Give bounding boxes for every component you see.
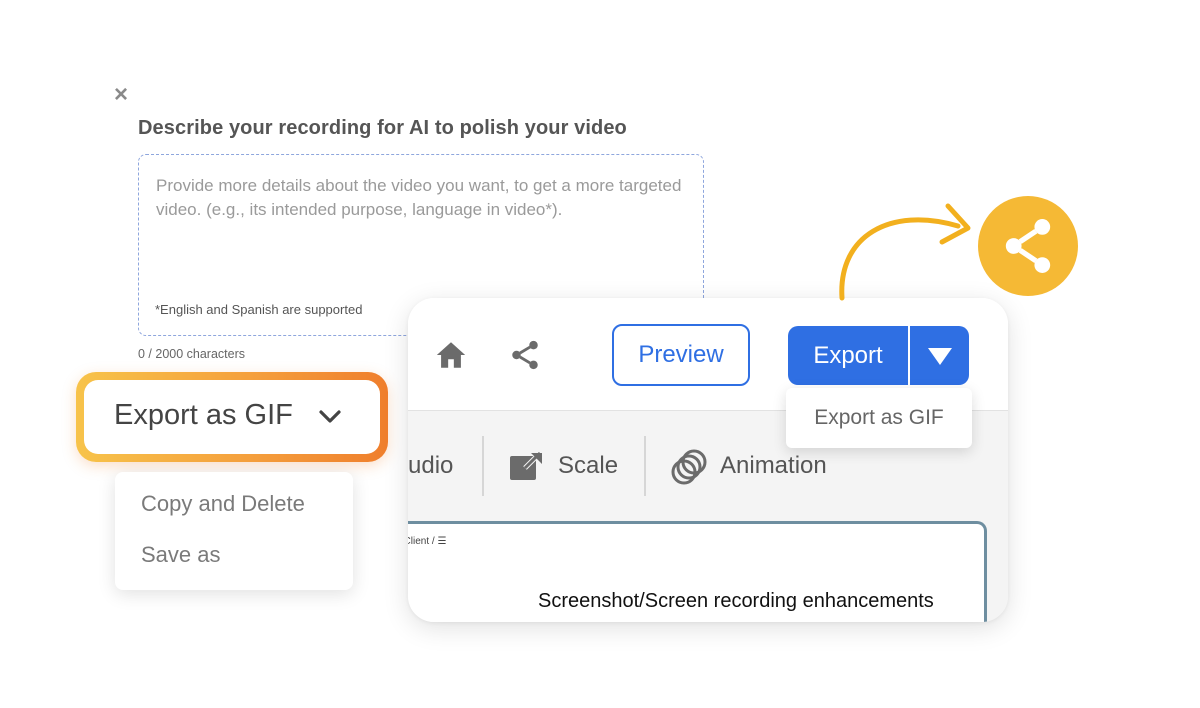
export-menu-button[interactable] [910, 326, 969, 385]
export-as-gif-option[interactable]: Export as GIF [786, 388, 972, 448]
close-icon[interactable]: × [110, 83, 132, 107]
file-actions-menu [115, 472, 353, 590]
editor-card: Preview Export Export as GIF udio Scale … [408, 298, 1008, 622]
describe-placeholder: Provide more details about the video you… [156, 176, 682, 219]
share-icon [1005, 219, 1051, 273]
tool-scale[interactable]: Scale [558, 452, 618, 480]
character-count: 0 / 2000 characters [138, 347, 246, 361]
share-button[interactable] [978, 196, 1078, 296]
preview-frame-title: Screenshot/Screen recording enhancements [538, 590, 934, 612]
tool-divider [644, 436, 646, 496]
export-button[interactable]: Export [788, 326, 908, 385]
share-icon[interactable] [508, 338, 542, 372]
language-note: *English and Spanish are supported [155, 302, 363, 317]
caret-down-icon [927, 347, 952, 365]
preview-button[interactable]: Preview [612, 324, 750, 386]
tool-divider [482, 436, 484, 496]
tool-audio[interactable]: udio [408, 452, 453, 480]
describe-title: Describe your recording for AI to polish… [138, 117, 627, 139]
tool-animation[interactable]: Animation [720, 452, 827, 480]
breadcrumb: / Client / ☰ [408, 536, 447, 547]
chevron-down-icon[interactable] [318, 406, 342, 428]
scale-icon[interactable] [509, 452, 543, 482]
menu-item-copy-and-delete[interactable]: Copy and Delete [141, 491, 305, 517]
menu-item-save-as[interactable]: Save as [141, 542, 221, 568]
home-icon[interactable] [434, 338, 468, 372]
export-format-label: Export as GIF [114, 399, 293, 431]
curved-arrow-graphic [839, 203, 971, 301]
animation-icon[interactable] [670, 448, 708, 486]
